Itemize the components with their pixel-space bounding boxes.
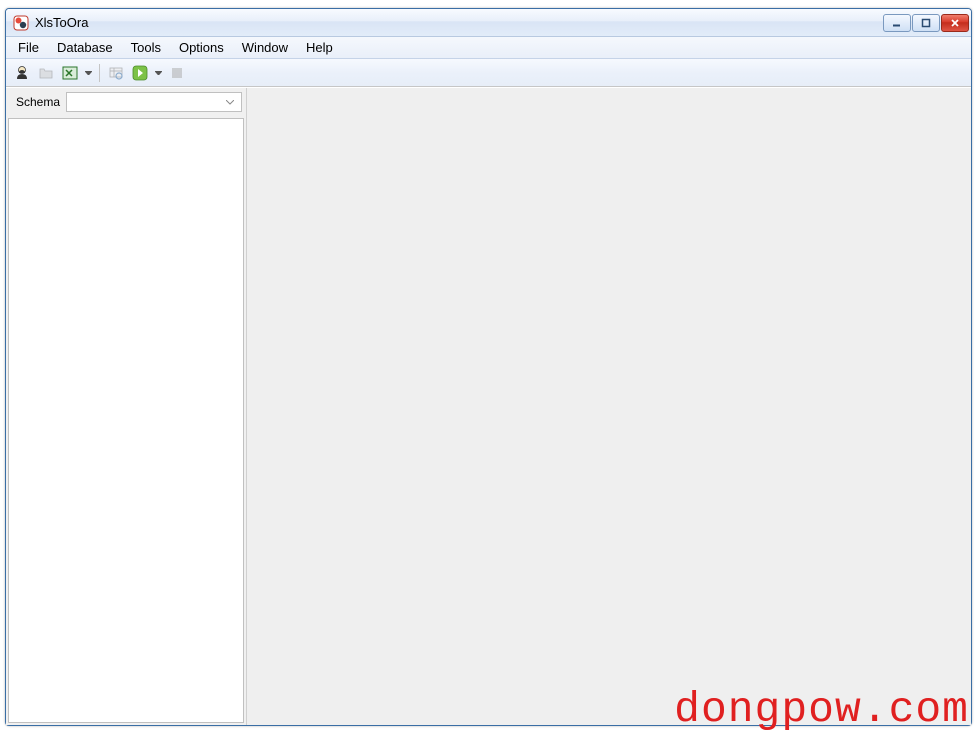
titlebar: XlsToOra bbox=[6, 9, 971, 37]
window-title: XlsToOra bbox=[35, 15, 883, 30]
toolbar bbox=[6, 59, 971, 87]
toolbar-run-dropdown[interactable] bbox=[154, 63, 163, 83]
window-controls bbox=[883, 14, 969, 32]
app-icon bbox=[13, 15, 29, 31]
schema-label: Schema bbox=[16, 95, 60, 109]
chevron-down-icon bbox=[222, 93, 238, 111]
minimize-button[interactable] bbox=[883, 14, 911, 32]
maximize-button[interactable] bbox=[912, 14, 940, 32]
toolbar-connect-icon[interactable] bbox=[12, 63, 32, 83]
toolbar-stop-icon[interactable] bbox=[167, 63, 187, 83]
content-pane bbox=[247, 88, 971, 725]
client-area: Schema bbox=[6, 87, 971, 725]
menubar: File Database Tools Options Window Help bbox=[6, 37, 971, 59]
menu-tools[interactable]: Tools bbox=[122, 38, 170, 57]
schema-tree[interactable] bbox=[8, 118, 244, 723]
menu-window[interactable]: Window bbox=[233, 38, 297, 57]
menu-help[interactable]: Help bbox=[297, 38, 342, 57]
menu-database[interactable]: Database bbox=[48, 38, 122, 57]
toolbar-excel-icon[interactable] bbox=[60, 63, 80, 83]
menu-file[interactable]: File bbox=[9, 38, 48, 57]
toolbar-run-icon[interactable] bbox=[130, 63, 150, 83]
close-button[interactable] bbox=[941, 14, 969, 32]
menu-options[interactable]: Options bbox=[170, 38, 233, 57]
toolbar-open-icon[interactable] bbox=[36, 63, 56, 83]
app-window: XlsToOra File Database Tools Options Win… bbox=[5, 8, 972, 726]
toolbar-excel-dropdown[interactable] bbox=[84, 63, 93, 83]
toolbar-separator bbox=[99, 64, 100, 82]
left-pane: Schema bbox=[6, 88, 247, 725]
schema-dropdown[interactable] bbox=[66, 92, 242, 112]
schema-row: Schema bbox=[8, 90, 244, 116]
toolbar-query-icon[interactable] bbox=[106, 63, 126, 83]
